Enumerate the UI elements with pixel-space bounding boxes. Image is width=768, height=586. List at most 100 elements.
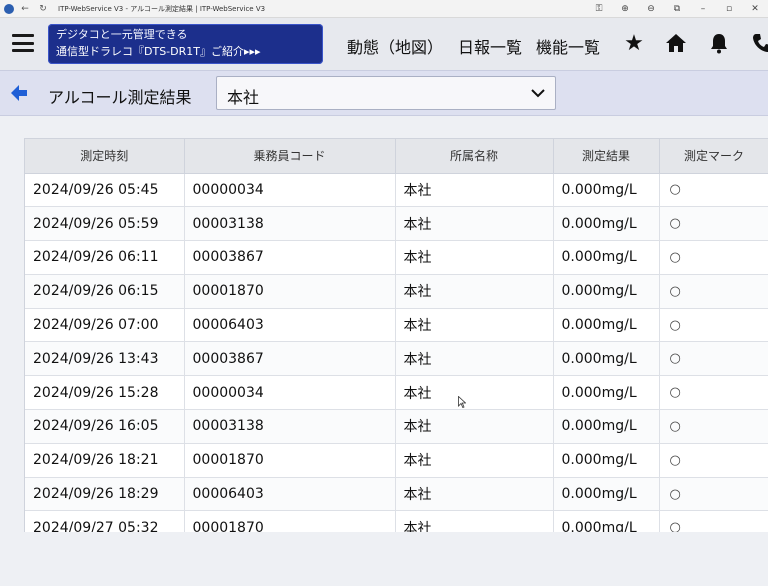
app-header: デジタコと一元管理できる 通信型ドラレコ『DTS-DR1T』ご紹介▸▸▸ 動態（… xyxy=(0,18,768,70)
phone-icon[interactable] xyxy=(748,30,768,56)
cell-mark: ○ xyxy=(659,341,768,377)
cell-office: 本社 xyxy=(395,308,554,343)
table-row[interactable]: 2024/09/26 16:05 00003138 本社 0.000mg/L ○ xyxy=(25,409,768,444)
cell-mark: ○ xyxy=(659,443,768,478)
back-arrow-icon[interactable] xyxy=(10,84,28,102)
cell-time: 2024/09/26 05:45 xyxy=(25,173,185,208)
cell-office: 本社 xyxy=(395,274,554,309)
cell-result: 0.000mg/L xyxy=(553,173,660,208)
cell-mark: ○ xyxy=(659,477,768,512)
cell-result: 0.000mg/L xyxy=(553,206,660,242)
cell-driver-code: 00006403 xyxy=(184,308,396,343)
cell-result: 0.000mg/L xyxy=(553,308,660,343)
menu-icon[interactable] xyxy=(12,34,34,52)
promo-banner[interactable]: デジタコと一元管理できる 通信型ドラレコ『DTS-DR1T』ご紹介▸▸▸ xyxy=(48,24,323,64)
app-icon xyxy=(4,3,14,14)
cell-office: 本社 xyxy=(395,341,554,377)
cell-driver-code: 00003867 xyxy=(184,341,396,377)
cell-driver-code: 00001870 xyxy=(184,274,396,309)
nav-map[interactable]: 動態（地図） xyxy=(347,34,443,58)
nav-functions[interactable]: 機能一覧 xyxy=(536,34,600,58)
cell-office: 本社 xyxy=(395,375,554,411)
cell-driver-code: 00003138 xyxy=(184,409,396,444)
cell-result: 0.000mg/L xyxy=(553,409,660,444)
cell-office: 本社 xyxy=(395,173,554,208)
table-header-row: 測定時刻 乗務員コード 所属名称 測定結果 測定マーク xyxy=(25,139,768,174)
banner-line2: 通信型ドラレコ『DTS-DR1T』ご紹介▸▸▸ xyxy=(56,45,261,58)
cell-driver-code: 00001870 xyxy=(184,510,396,532)
table-row[interactable]: 2024/09/26 18:29 00006403 本社 0.000mg/L ○ xyxy=(25,477,768,512)
main-content: 測定時刻 乗務員コード 所属名称 測定結果 測定マーク 2024/09/26 0… xyxy=(0,116,768,586)
cell-driver-code: 00000034 xyxy=(184,375,396,411)
key-icon[interactable]: ⚿ xyxy=(586,4,612,14)
banner-line1: デジタコと一元管理できる xyxy=(56,28,188,41)
column-header-mark[interactable]: 測定マーク xyxy=(659,139,768,174)
window-title: ITP-WebService V3 - アルコール測定結果 | ITP-WebS… xyxy=(58,4,266,13)
cell-mark: ○ xyxy=(659,375,768,411)
table-row[interactable]: 2024/09/26 15:28 00000034 本社 0.000mg/L ○ xyxy=(25,375,768,411)
zoom-icon[interactable]: ⊕ xyxy=(612,4,638,14)
maximize-icon[interactable]: ▫ xyxy=(716,4,742,14)
results-table: 測定時刻 乗務員コード 所属名称 測定結果 測定マーク 2024/09/26 0… xyxy=(25,139,768,532)
column-header-time[interactable]: 測定時刻 xyxy=(25,139,185,174)
nav-daily-report[interactable]: 日報一覧 xyxy=(458,34,522,58)
cell-office: 本社 xyxy=(395,206,554,242)
refresh-icon[interactable]: ↻ xyxy=(36,4,50,14)
table-row[interactable]: 2024/09/26 06:11 00003867 本社 0.000mg/L ○ xyxy=(25,240,768,275)
cell-driver-code: 00000034 xyxy=(184,173,396,208)
office-select[interactable]: 本社 xyxy=(216,76,556,110)
cell-mark: ○ xyxy=(659,308,768,343)
cell-office: 本社 xyxy=(395,240,554,275)
office-select-value: 本社 xyxy=(227,88,260,107)
chevron-down-icon xyxy=(531,89,545,98)
table-row[interactable]: 2024/09/27 05:32 00001870 本社 0.000mg/L ○ xyxy=(25,510,768,532)
cell-mark: ○ xyxy=(659,240,768,275)
results-table-container[interactable]: 測定時刻 乗務員コード 所属名称 測定結果 測定マーク 2024/09/26 0… xyxy=(24,138,768,532)
column-header-driver-code[interactable]: 乗務員コード xyxy=(184,139,396,174)
cell-driver-code: 00003867 xyxy=(184,240,396,275)
cell-time: 2024/09/26 16:05 xyxy=(25,409,185,444)
cell-result: 0.000mg/L xyxy=(553,443,660,478)
window-titlebar: ← ↻ ITP-WebService V3 - アルコール測定結果 | ITP-… xyxy=(0,0,768,18)
cell-driver-code: 00003138 xyxy=(184,206,396,242)
cell-result: 0.000mg/L xyxy=(553,240,660,275)
page-subheader: アルコール測定結果 本社 xyxy=(0,70,768,116)
cell-driver-code: 00006403 xyxy=(184,477,396,512)
bell-icon[interactable] xyxy=(706,30,732,56)
close-icon[interactable]: ✕ xyxy=(742,4,768,14)
cell-time: 2024/09/26 06:11 xyxy=(25,240,185,275)
cell-time: 2024/09/26 18:29 xyxy=(25,477,185,512)
cell-time: 2024/09/26 13:43 xyxy=(25,341,185,377)
cell-office: 本社 xyxy=(395,510,554,532)
table-row[interactable]: 2024/09/26 13:43 00003867 本社 0.000mg/L ○ xyxy=(25,341,768,377)
cell-mark: ○ xyxy=(659,173,768,208)
cell-time: 2024/09/26 05:59 xyxy=(25,206,185,242)
page-title: アルコール測定結果 xyxy=(48,88,192,107)
cell-result: 0.000mg/L xyxy=(553,375,660,411)
cell-mark: ○ xyxy=(659,274,768,309)
table-row[interactable]: 2024/09/26 18:21 00001870 本社 0.000mg/L ○ xyxy=(25,443,768,478)
popout-icon[interactable]: ⧉ xyxy=(664,4,690,14)
column-header-result[interactable]: 測定結果 xyxy=(553,139,660,174)
back-icon[interactable]: ← xyxy=(18,4,32,14)
cell-mark: ○ xyxy=(659,510,768,532)
home-icon[interactable] xyxy=(663,30,689,56)
cell-time: 2024/09/26 07:00 xyxy=(25,308,185,343)
cell-mark: ○ xyxy=(659,206,768,242)
table-row[interactable]: 2024/09/26 05:45 00000034 本社 0.000mg/L ○ xyxy=(25,173,768,208)
cell-office: 本社 xyxy=(395,443,554,478)
minimize-icon[interactable]: – xyxy=(690,4,716,14)
cell-result: 0.000mg/L xyxy=(553,274,660,309)
cell-time: 2024/09/26 15:28 xyxy=(25,375,185,411)
cell-time: 2024/09/26 06:15 xyxy=(25,274,185,309)
cell-driver-code: 00001870 xyxy=(184,443,396,478)
star-icon[interactable]: ★ xyxy=(621,30,647,56)
table-row[interactable]: 2024/09/26 05:59 00003138 本社 0.000mg/L ○ xyxy=(25,206,768,242)
zoom-out-icon[interactable]: ⊖ xyxy=(638,4,664,14)
column-header-office[interactable]: 所属名称 xyxy=(395,139,554,174)
table-row[interactable]: 2024/09/26 06:15 00001870 本社 0.000mg/L ○ xyxy=(25,274,768,309)
cell-mark: ○ xyxy=(659,409,768,444)
cell-office: 本社 xyxy=(395,409,554,444)
cell-time: 2024/09/26 18:21 xyxy=(25,443,185,478)
table-row[interactable]: 2024/09/26 07:00 00006403 本社 0.000mg/L ○ xyxy=(25,308,768,343)
